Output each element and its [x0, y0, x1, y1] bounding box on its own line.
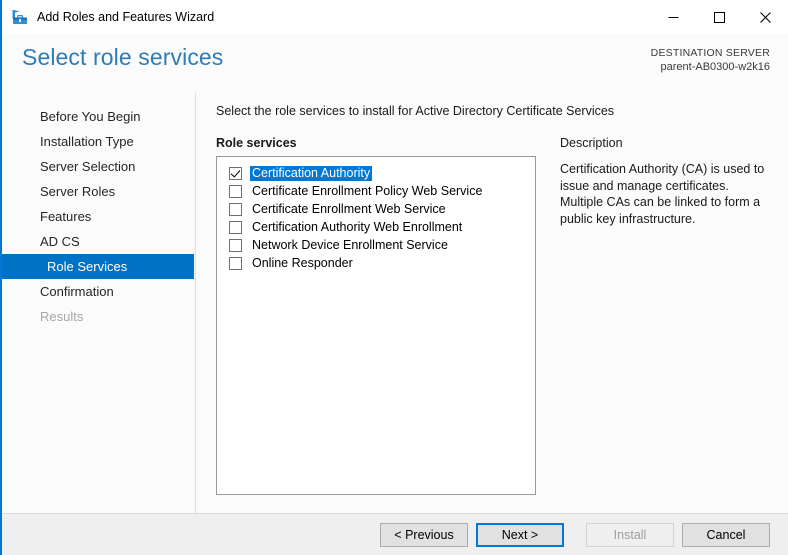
previous-button[interactable]: < Previous [380, 522, 468, 547]
cancel-button[interactable]: Cancel [682, 522, 770, 547]
wizard-content: Select the role services to install for … [196, 92, 788, 513]
role-service-label: Certification Authority Web Enrollment [252, 220, 463, 234]
role-service-row-online-responder[interactable]: Online Responder [229, 255, 533, 272]
destination-server-block: DESTINATION SERVER parent-AB0300-w2k16 [651, 46, 770, 74]
description-column: Description Certification Authority (CA)… [560, 136, 772, 513]
checkbox-icon[interactable] [229, 221, 242, 234]
title-bar: Add Roles and Features Wizard [2, 0, 788, 34]
next-button[interactable]: Next > [476, 522, 564, 547]
role-service-row-network-device-enrollment-service[interactable]: Network Device Enrollment Service [229, 237, 533, 254]
sidebar-item-confirmation[interactable]: Confirmation [2, 279, 195, 304]
sidebar-item-before-you-begin[interactable]: Before You Begin [2, 104, 195, 129]
checkbox-icon[interactable] [229, 257, 242, 270]
destination-server-name: parent-AB0300-w2k16 [660, 61, 770, 73]
role-service-label: Network Device Enrollment Service [252, 238, 448, 252]
destination-server-label: DESTINATION SERVER [650, 47, 770, 59]
wizard-steps-nav: Before You Begin Installation Type Serve… [2, 92, 196, 513]
role-services-listbox[interactable]: Certification Authority Certificate Enro… [216, 156, 536, 495]
maximize-icon[interactable] [696, 0, 742, 34]
sidebar-item-installation-type[interactable]: Installation Type [2, 129, 195, 154]
role-service-row-certificate-enrollment-policy-web-service[interactable]: Certificate Enrollment Policy Web Servic… [229, 183, 533, 200]
wizard-footer: < Previous Next > Install Cancel [2, 513, 788, 555]
wizard-window: Add Roles and Features Wizard Select rol… [0, 0, 788, 555]
close-icon[interactable] [742, 0, 788, 34]
sidebar-item-features[interactable]: Features [2, 204, 195, 229]
wizard-toolbox-icon [10, 7, 30, 27]
caption-buttons [650, 0, 788, 34]
role-service-label: Certification Authority [250, 166, 373, 181]
page-header: Select role services DESTINATION SERVER … [2, 34, 788, 92]
install-button: Install [586, 522, 674, 547]
description-title: Description [560, 136, 623, 150]
sidebar-item-server-selection[interactable]: Server Selection [2, 154, 195, 179]
wizard-body: Before You Begin Installation Type Serve… [2, 92, 788, 513]
sidebar-item-ad-cs[interactable]: AD CS [2, 229, 195, 254]
role-service-row-certification-authority-web-enrollment[interactable]: Certification Authority Web Enrollment [229, 219, 533, 236]
role-service-label: Certificate Enrollment Web Service [252, 202, 446, 216]
role-services-label: Role services [216, 136, 297, 150]
window-title: Add Roles and Features Wizard [37, 10, 215, 24]
checkbox-checked-icon[interactable] [229, 167, 242, 180]
checkbox-icon[interactable] [229, 185, 242, 198]
sidebar-item-role-services[interactable]: Role Services [2, 254, 194, 279]
sidebar-item-results: Results [40, 309, 84, 324]
role-service-label: Online Responder [252, 256, 353, 270]
minimize-icon[interactable] [650, 0, 696, 34]
sidebar-item-server-roles[interactable]: Server Roles [2, 179, 195, 204]
role-service-label: Certificate Enrollment Policy Web Servic… [252, 184, 483, 198]
role-service-row-certification-authority[interactable]: Certification Authority [229, 165, 533, 182]
checkbox-icon[interactable] [229, 203, 242, 216]
page-title: Select role services [22, 44, 224, 70]
description-text: Certification Authority (CA) is used to … [560, 162, 765, 226]
checkbox-icon[interactable] [229, 239, 242, 252]
intro-text: Select the role services to install for … [216, 104, 615, 118]
role-service-row-certificate-enrollment-web-service[interactable]: Certificate Enrollment Web Service [229, 201, 533, 218]
content-columns: Role services Certification Authority Ce… [216, 136, 772, 513]
role-services-column: Role services Certification Authority Ce… [216, 136, 536, 513]
